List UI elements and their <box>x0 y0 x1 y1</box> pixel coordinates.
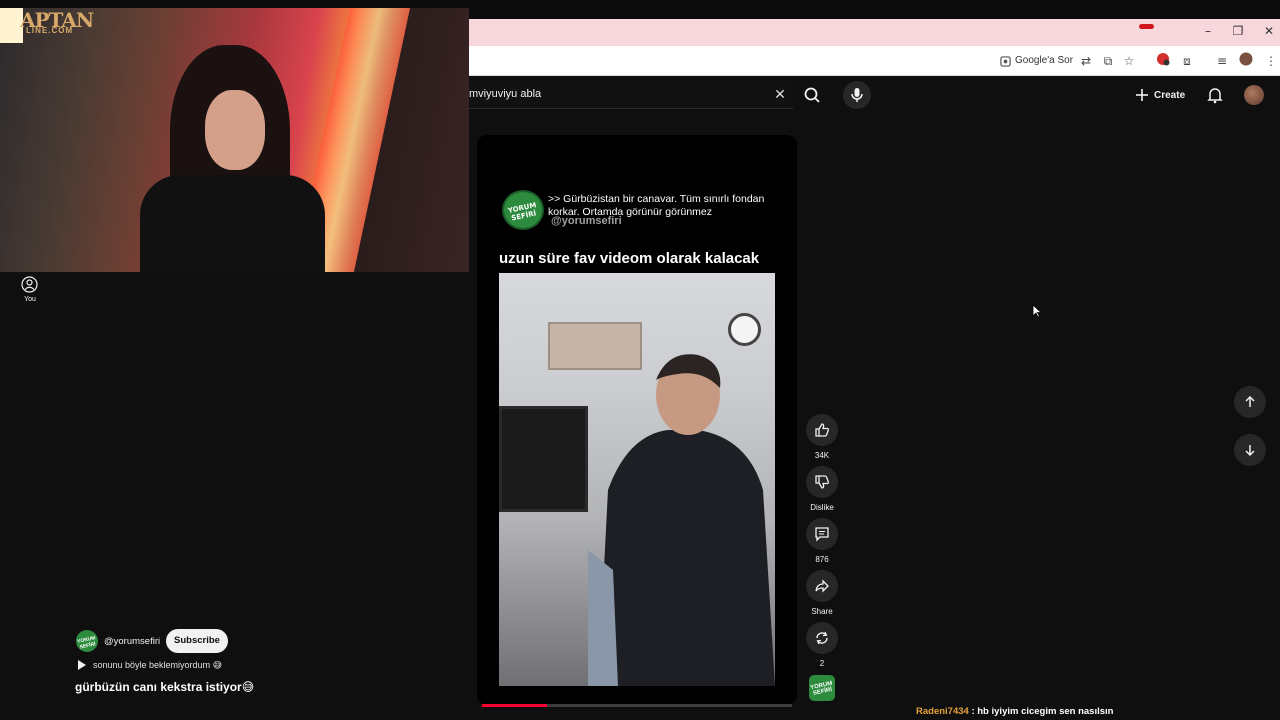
channel-thumbnail-button[interactable]: YORUM SEFİRİ <box>809 675 835 701</box>
plus-icon <box>1136 89 1148 101</box>
restore-icon[interactable]: ❐ <box>1228 24 1248 38</box>
classroom-screen <box>499 406 588 512</box>
share-label: Share <box>811 607 833 616</box>
remix-count: 2 <box>819 659 825 668</box>
short-caption: uzun süre fav videom olarak kalacak <box>499 250 760 267</box>
notifications-bell-icon[interactable] <box>1206 86 1224 104</box>
lens-icon <box>1000 55 1011 67</box>
channel-logo: YORUM SEFİRİ <box>502 190 544 230</box>
subscribe-button[interactable]: Subscribe <box>166 629 228 653</box>
streamer-face <box>205 90 265 170</box>
progress-fill <box>482 704 548 707</box>
arrow-down-icon <box>1245 445 1255 457</box>
remix-button[interactable] <box>806 622 838 654</box>
share-button[interactable] <box>806 570 838 602</box>
browser-tab-strip <box>469 19 1280 46</box>
translate-icon[interactable]: ⇄ <box>1077 52 1095 70</box>
minimize-icon[interactable]: – <box>1198 24 1218 38</box>
thumbs-up-icon <box>815 423 830 437</box>
profile-avatar-icon[interactable] <box>1237 52 1255 70</box>
account-avatar[interactable] <box>1244 85 1264 105</box>
install-app-icon[interactable]: ⧉ <box>1099 52 1117 70</box>
create-button[interactable]: Create <box>1135 85 1185 105</box>
google-ask-label: Google'a Sor <box>1015 55 1074 66</box>
arrow-up-icon <box>1245 395 1255 407</box>
bookmark-star-icon[interactable]: ☆ <box>1120 52 1138 70</box>
mic-icon <box>851 88 863 102</box>
search-value: mviyuviyu abla <box>469 88 542 100</box>
mouse-cursor-icon <box>1032 304 1042 318</box>
linked-video-title[interactable]: sonunu böyle beklemiyordum 😅 <box>93 660 222 671</box>
chat-text: : hb iyiyim cicegim sen nasılsın <box>968 706 1114 717</box>
next-short-button[interactable] <box>1234 434 1266 466</box>
you-icon[interactable] <box>21 276 38 293</box>
voice-search-button[interactable] <box>843 81 871 109</box>
google-ask-button[interactable]: Google'a Sor <box>1000 52 1073 70</box>
channel-handle[interactable]: @yorumsefiri <box>104 636 160 647</box>
wall-clock <box>728 313 761 346</box>
extensions-puzzle-icon[interactable]: ⧈ <box>1178 52 1196 70</box>
like-button[interactable] <box>806 414 838 446</box>
extension-badge-icon[interactable] <box>1154 52 1172 70</box>
search-button[interactable] <box>797 81 827 109</box>
record-indicator <box>1139 24 1154 29</box>
search-icon <box>804 87 820 103</box>
dislike-label: Dislike <box>810 503 834 512</box>
remix-icon <box>816 631 828 645</box>
play-icon[interactable] <box>77 659 87 671</box>
comment-count: 876 <box>815 555 829 564</box>
clear-search-icon[interactable]: ✕ <box>772 86 788 102</box>
streamer-body <box>140 175 325 272</box>
chat-message: Radeni7434 : hb iyiyim cicegim sen nasıl… <box>916 706 1113 717</box>
sponsor-logo-subtext: LINE.COM <box>26 26 74 35</box>
previous-short-button[interactable] <box>1234 386 1266 418</box>
quoted-comment-handle: @yorumsefiri <box>551 215 622 227</box>
reading-list-icon[interactable]: ≡ <box>1213 52 1231 70</box>
dislike-button[interactable] <box>806 466 838 498</box>
you-label: You <box>24 296 36 303</box>
comment-icon <box>815 527 829 542</box>
thumbs-down-icon <box>815 475 830 489</box>
comments-button[interactable] <box>806 518 838 550</box>
close-window-icon[interactable]: ✕ <box>1259 24 1279 38</box>
channel-avatar[interactable]: YORUM SEFİRİ <box>76 630 98 652</box>
like-count: 34K <box>814 451 830 460</box>
chat-username: Radeni7434 <box>916 706 969 717</box>
left-panel <box>0 272 469 720</box>
browser-menu-icon[interactable]: ⋮ <box>1262 52 1280 70</box>
create-label: Create <box>1154 89 1186 101</box>
short-title: gürbüzün canı kekstra istiyor😅 <box>75 680 255 694</box>
person-in-video <box>588 354 775 686</box>
share-icon <box>815 579 829 593</box>
